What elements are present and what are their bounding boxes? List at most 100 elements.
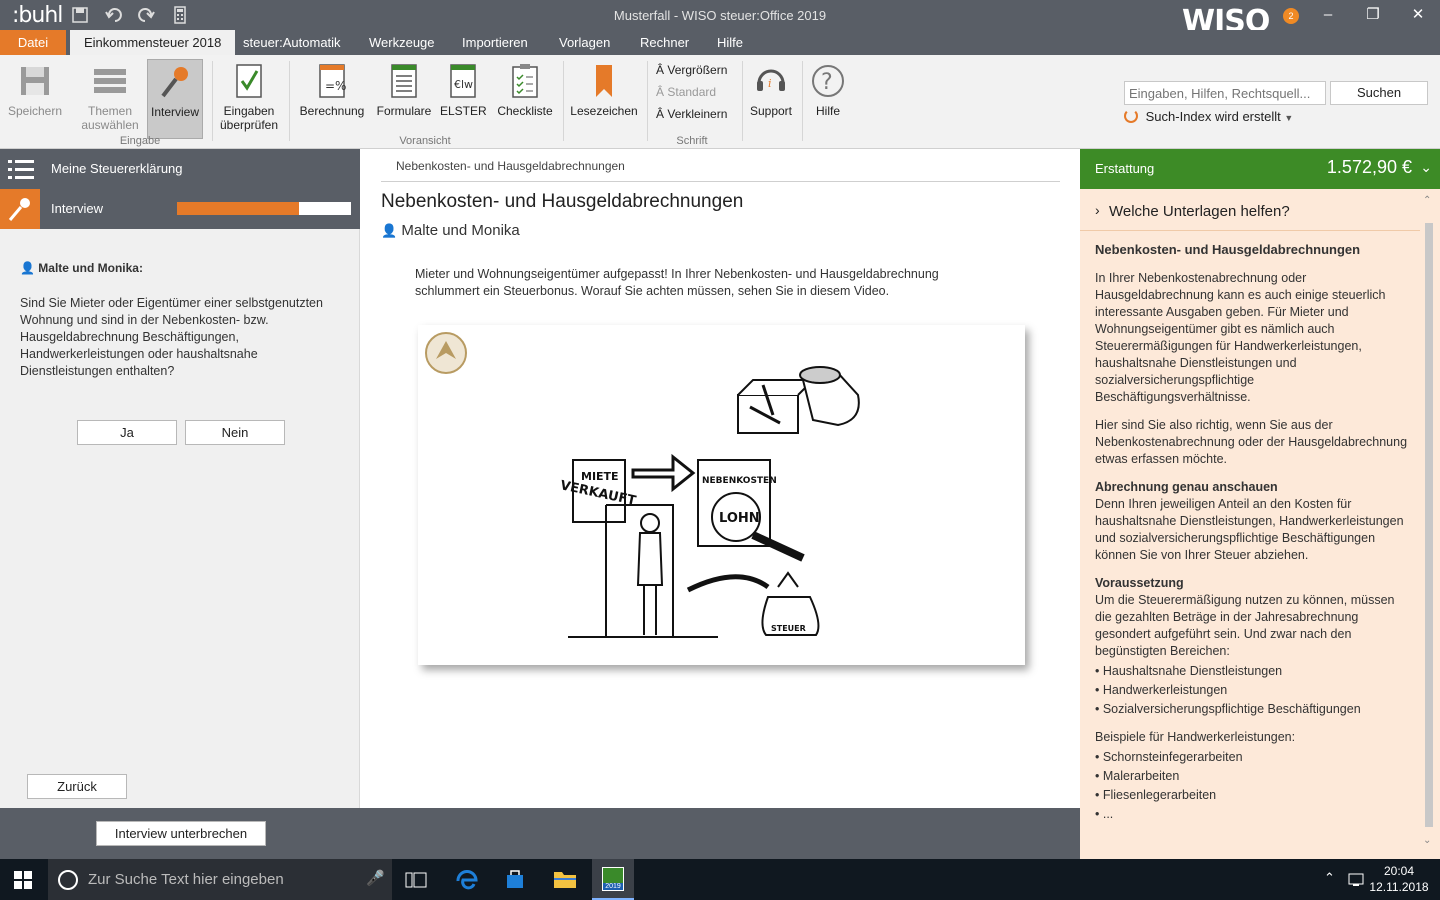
chevron-down-icon: ⌄ bbox=[1420, 159, 1432, 175]
search-button[interactable]: Suchen bbox=[1330, 81, 1428, 105]
themen-auswaehlen-button[interactable]: Themen auswählen bbox=[78, 59, 142, 139]
interview-nav[interactable]: Interview bbox=[0, 189, 360, 229]
tab-hilfe[interactable]: Hilfe bbox=[703, 30, 757, 55]
eagle-logo-icon bbox=[425, 332, 467, 374]
persons-line: 👤 Malte und Monika bbox=[381, 222, 520, 239]
group-label-schrift: Schrift bbox=[676, 135, 708, 147]
list-icon bbox=[94, 69, 126, 93]
nav-title: Meine Steuererklärung bbox=[51, 161, 183, 176]
edge-browser-icon[interactable] bbox=[456, 868, 478, 890]
taskbar: Zur Suche Text hier eingeben 🎤 2019 ⌃ 20… bbox=[0, 859, 1440, 900]
checkliste-button[interactable]: Checkliste bbox=[494, 59, 556, 139]
help-subheading: Abrechnung genau anschauen bbox=[1095, 480, 1278, 494]
close-icon[interactable]: ✕ bbox=[1403, 4, 1433, 26]
task-view-icon[interactable] bbox=[405, 871, 427, 889]
tab-steuerautomatik[interactable]: steuer:Automatik bbox=[229, 30, 355, 55]
help-heading[interactable]: › Welche Unterlagen helfen? bbox=[1080, 195, 1420, 231]
speichern-button[interactable]: Speichern bbox=[4, 59, 66, 139]
tab-rechner[interactable]: Rechner bbox=[626, 30, 703, 55]
hilfe-label: Hilfe bbox=[815, 104, 840, 118]
video-player[interactable]: MIETE VERKAUFT NEBENKOSTEN LOHN STEUER bbox=[418, 325, 1025, 665]
list-item: • Schornsteinfegerarbeiten bbox=[1095, 750, 1243, 764]
tab-vorlagen[interactable]: Vorlagen bbox=[545, 30, 624, 55]
form-icon bbox=[391, 64, 417, 98]
berechnung-button[interactable]: =% Berechnung bbox=[297, 59, 367, 139]
scroll-down-icon[interactable]: ⌄ bbox=[1423, 835, 1431, 846]
help-paragraph-1: In Ihrer Nebenkostenabrechnung oder Haus… bbox=[1095, 271, 1386, 404]
minimize-icon[interactable]: – bbox=[1313, 4, 1343, 26]
eingaben-label-2: überprüfen bbox=[219, 118, 279, 132]
elster-button[interactable]: €lw ELSTER bbox=[440, 59, 487, 139]
scroll-up-icon[interactable]: ⌃ bbox=[1423, 195, 1431, 206]
help-scrollbar[interactable]: ⌃ ⌄ bbox=[1423, 195, 1435, 851]
help-icon: ? bbox=[812, 65, 844, 97]
font-smaller-icon: Â bbox=[656, 107, 665, 121]
formulare-button[interactable]: Formulare bbox=[374, 59, 434, 139]
progress-fill bbox=[177, 202, 299, 215]
network-icon[interactable] bbox=[1348, 872, 1366, 888]
interview-button[interactable]: Interview bbox=[147, 59, 203, 139]
tab-werkzeuge[interactable]: Werkzeuge bbox=[355, 30, 449, 55]
list-item: • Handwerkerleistungen bbox=[1095, 683, 1228, 697]
search-index-status[interactable]: Such-Index wird erstellt ▼ bbox=[1124, 109, 1293, 124]
calculation-icon: =% bbox=[319, 64, 346, 98]
bookmark-icon bbox=[596, 65, 612, 97]
standard-label: Standard bbox=[667, 85, 717, 99]
help-heading-text: Welche Unterlagen helfen? bbox=[1109, 203, 1290, 220]
elster-icon: €lw bbox=[450, 64, 476, 98]
yes-button[interactable]: Ja bbox=[77, 420, 177, 445]
hilfe-button[interactable]: ? Hilfe bbox=[808, 59, 848, 139]
interview-label: Interview bbox=[150, 105, 200, 119]
search-input[interactable] bbox=[1124, 81, 1326, 105]
list-item: • Malerarbeiten bbox=[1095, 769, 1180, 783]
back-button[interactable]: Zurück bbox=[27, 774, 127, 799]
video-illustration: MIETEVERKAUFT NEBENKOSTEN LOHN STEUER bbox=[425, 332, 860, 638]
store-icon[interactable] bbox=[504, 868, 526, 890]
erstattung-bar[interactable]: Erstattung 1.572,90 € ⌄ bbox=[1080, 149, 1440, 189]
taskbar-search-placeholder: Zur Suche Text hier eingeben bbox=[88, 871, 284, 888]
checklist-icon bbox=[512, 64, 538, 98]
erstattung-value: 1.572,90 € bbox=[1326, 157, 1412, 177]
lesezeichen-button[interactable]: Lesezeichen bbox=[569, 59, 639, 139]
svg-text:i: i bbox=[768, 77, 772, 90]
list-item: • Haushaltsnahe Dienstleistungen bbox=[1095, 664, 1283, 678]
windows-start-icon[interactable] bbox=[14, 871, 32, 889]
erstattung-label: Erstattung bbox=[1095, 161, 1155, 176]
headset-icon: i bbox=[757, 69, 785, 91]
verkleinern-button[interactable]: Â Verkleinern bbox=[656, 107, 727, 121]
menu-datei[interactable]: Datei bbox=[0, 30, 66, 55]
system-clock[interactable]: 20:04 12.11.2018 bbox=[1366, 863, 1432, 895]
maximize-icon[interactable]: ❐ bbox=[1358, 4, 1388, 26]
no-button[interactable]: Nein bbox=[185, 420, 285, 445]
person-icon: 👤 bbox=[20, 261, 35, 275]
tray-chevron-up-icon[interactable]: ⌃ bbox=[1324, 870, 1335, 886]
svg-text:€lw: €lw bbox=[454, 78, 473, 91]
file-explorer-icon[interactable] bbox=[553, 869, 577, 889]
eingaben-ueberpruefen-button[interactable]: Eingaben überprüfen bbox=[218, 59, 280, 139]
themen-label-1: Themen bbox=[87, 104, 133, 118]
money-bag-icon: STEUER bbox=[761, 571, 820, 636]
svg-text:LOHN: LOHN bbox=[719, 511, 760, 526]
cortana-icon bbox=[58, 870, 78, 890]
group-label-voransicht: Voransicht bbox=[399, 135, 451, 147]
tab-importieren[interactable]: Importieren bbox=[448, 30, 542, 55]
steuererklaerung-nav[interactable]: Meine Steuererklärung bbox=[0, 149, 360, 189]
taskbar-search[interactable]: Zur Suche Text hier eingeben 🎤 bbox=[48, 859, 392, 900]
person-icon: 👤 bbox=[381, 223, 398, 238]
vergroessern-button[interactable]: Â Vergrößern bbox=[656, 63, 727, 77]
question-person: 👤 Malte und Monika: bbox=[20, 261, 143, 275]
miete-sign: MIETEVERKAUFT bbox=[559, 459, 637, 523]
ribbon: Speichern Themen auswählen Interview Ein… bbox=[0, 55, 1440, 149]
scroll-thumb[interactable] bbox=[1425, 223, 1433, 827]
wiso-taskbar-app[interactable]: 2019 bbox=[592, 859, 634, 900]
arrow-right-icon bbox=[631, 453, 696, 493]
standard-button[interactable]: Â Standard bbox=[656, 85, 716, 99]
checkmark-document-icon bbox=[236, 64, 262, 98]
gloves-icon bbox=[799, 366, 860, 427]
tab-einkommensteuer[interactable]: Einkommensteuer 2018 bbox=[70, 30, 236, 55]
support-button[interactable]: i Support bbox=[746, 59, 796, 139]
pause-interview-button[interactable]: Interview unterbrechen bbox=[96, 821, 266, 846]
microphone-icon[interactable]: 🎤 bbox=[366, 869, 385, 887]
menu-bar: Datei Einkommensteuer 2018 steuer:Automa… bbox=[0, 30, 1440, 55]
list-item: • ... bbox=[1095, 807, 1114, 821]
